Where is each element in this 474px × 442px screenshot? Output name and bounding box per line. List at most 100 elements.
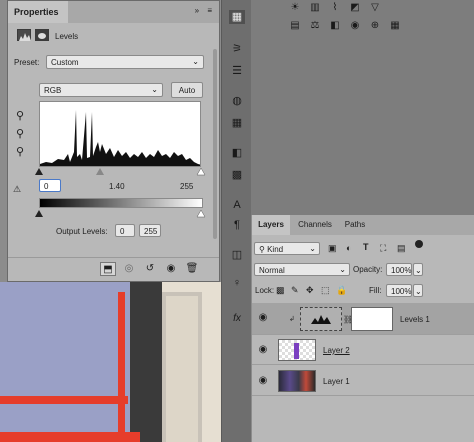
layer-name[interactable]: Layer 1 (323, 377, 350, 386)
mask-thumbnail[interactable] (351, 307, 393, 331)
channel-mixer-icon[interactable]: ⊕ (368, 20, 382, 32)
black-point-slider[interactable] (35, 168, 43, 175)
character-icon[interactable]: A (229, 198, 245, 212)
layer1-thumbnail (278, 370, 316, 392)
lock-artboard-icon[interactable]: ⬚ (321, 285, 330, 296)
lock-all-icon[interactable]: 🔒 (336, 285, 347, 296)
filter-adjustment-icon[interactable]: ◐ (346, 243, 351, 253)
filter-pixel-icon[interactable]: ▣ (328, 243, 337, 254)
visibility-eye-icon[interactable]: ◉ (257, 375, 269, 387)
color-balance-icon[interactable]: ⚖ (308, 20, 322, 32)
layer-row-layer1[interactable]: ◉ Layer 1 (252, 366, 474, 396)
fill-dropdown[interactable]: ⌄ (413, 284, 423, 297)
output-white-field[interactable]: 255 (139, 224, 161, 237)
visibility-eye-icon[interactable]: ◉ (257, 344, 269, 356)
clipping-warning-icon[interactable]: ⚠ (13, 184, 21, 195)
output-sliders[interactable] (34, 209, 206, 219)
histogram (39, 101, 201, 167)
tab-channels[interactable]: Channels (292, 215, 338, 235)
brightness-icon[interactable]: ☀ (288, 2, 302, 14)
clip-to-layer-icon[interactable]: ⬒ (100, 262, 116, 276)
paragraph-icon[interactable]: ¶ (229, 218, 245, 232)
chevron-down-icon: ⌄ (192, 57, 199, 66)
visibility-eye-icon[interactable]: ◉ (257, 312, 269, 324)
tab-layers[interactable]: Layers (252, 215, 290, 235)
output-white-slider[interactable] (196, 209, 206, 218)
opacity-dropdown[interactable]: ⌄ (413, 263, 423, 276)
black-eyedropper-icon[interactable]: ⚲ (16, 109, 24, 122)
channel-select[interactable]: RGB ⌄ (39, 83, 163, 97)
output-black-slider[interactable] (35, 210, 43, 217)
brush-settings-icon[interactable]: ⚞ (229, 42, 245, 56)
color-lookup-icon[interactable]: ▦ (388, 20, 402, 32)
libraries-icon[interactable]: ◫ (229, 248, 245, 262)
filter-toggle-icon[interactable] (415, 240, 423, 248)
blend-mode-value: Normal (259, 266, 285, 275)
levels-thumbnail (300, 307, 342, 331)
properties-tab[interactable]: Properties (8, 1, 68, 23)
white-eyedropper-icon[interactable]: ⚲ (16, 145, 24, 158)
filter-type-icon[interactable]: T (363, 242, 369, 252)
filter-shape-icon[interactable]: ⛶ (380, 243, 386, 254)
histogram-graph (40, 110, 200, 166)
swatches-palette-icon[interactable]: ◍ (229, 94, 245, 108)
visibility-eye-icon[interactable]: ◉ (163, 262, 179, 276)
exposure-icon[interactable]: ◩ (348, 2, 362, 14)
opacity-label: Opacity: (353, 265, 383, 274)
output-levels-label: Output Levels: (56, 227, 108, 236)
vibrance-icon[interactable]: ▽ (368, 2, 382, 14)
document-canvas[interactable] (0, 282, 221, 442)
layer-name[interactable]: Levels 1 (400, 315, 430, 324)
fill-label: Fill: (369, 286, 382, 295)
preset-value: Custom (51, 58, 79, 67)
blend-mode-select[interactable]: Normal ⌄ (254, 263, 350, 276)
auto-button[interactable]: Auto (171, 82, 203, 98)
curves-icon[interactable]: ⌇ (328, 2, 342, 14)
layer-row-layer2[interactable]: ◉ Layer 2 (252, 335, 474, 365)
adjustments-panel-icon[interactable]: ▦ (229, 10, 245, 24)
gradients-icon[interactable]: ◧ (229, 146, 245, 160)
chevron-down-icon: ⌄ (415, 287, 422, 296)
histogram-glyph-icon (19, 33, 31, 41)
layer-row-levels[interactable]: ◉ ↲ ⛓ Levels 1 (252, 303, 474, 335)
preset-select[interactable]: Custom ⌄ (46, 55, 204, 69)
view-previous-icon[interactable]: ◎ (121, 262, 137, 276)
input-white-field[interactable]: 255 (180, 182, 193, 191)
input-gamma-field[interactable]: 1.40 (109, 182, 125, 191)
lock-pixels-icon[interactable]: ✎ (291, 285, 299, 296)
properties-tabbar: Properties » ≡ (8, 1, 219, 23)
reset-icon[interactable]: ↺ (142, 262, 158, 276)
photo-filter-icon[interactable]: ◉ (348, 20, 362, 32)
lock-position-icon[interactable]: ✥ (306, 285, 314, 296)
input-black-field[interactable]: 0 (39, 179, 61, 192)
filter-value: Kind (267, 245, 284, 254)
properties-scrollbar[interactable] (213, 49, 217, 239)
delete-trash-icon[interactable]: 🗑 (184, 262, 200, 276)
layer-filter-select[interactable]: ⚲ Kind ⌄ (254, 242, 320, 255)
filter-smartobject-icon[interactable]: ▤ (397, 243, 406, 254)
gamma-slider[interactable] (96, 168, 104, 175)
fill-field[interactable]: 100% (386, 284, 412, 297)
channel-value: RGB (44, 86, 62, 95)
grid-swatches-icon[interactable]: ▦ (229, 116, 245, 130)
black-white-icon[interactable]: ◧ (328, 20, 342, 32)
gray-eyedropper-icon[interactable]: ⚲ (16, 127, 24, 140)
mask-icon[interactable] (35, 29, 49, 41)
layer-name[interactable]: Layer 2 (323, 346, 350, 355)
panel-collapse-icon[interactable]: » ≡ (195, 6, 215, 15)
sliders-icon[interactable]: ☰ (229, 64, 245, 78)
output-black-field[interactable]: 0 (115, 224, 135, 237)
hue-sat-icon[interactable]: ▤ (288, 20, 302, 32)
white-point-slider[interactable] (196, 167, 206, 176)
properties-footer: ⬒ ◎ ↺ ◉ 🗑 (8, 257, 219, 281)
lightbulb-icon[interactable]: ♀ (229, 276, 245, 290)
levels-icon[interactable]: ▥ (308, 2, 322, 14)
styles-fx-icon[interactable]: fx (229, 312, 245, 326)
tab-paths[interactable]: Paths (340, 215, 370, 235)
lock-transparent-icon[interactable]: ▩ (276, 285, 285, 296)
lock-label: Lock: (255, 286, 275, 295)
input-sliders[interactable] (34, 166, 206, 176)
chevron-down-icon: ⌄ (339, 265, 346, 274)
patterns-icon[interactable]: ▩ (229, 168, 245, 182)
opacity-field[interactable]: 100% (386, 263, 412, 276)
